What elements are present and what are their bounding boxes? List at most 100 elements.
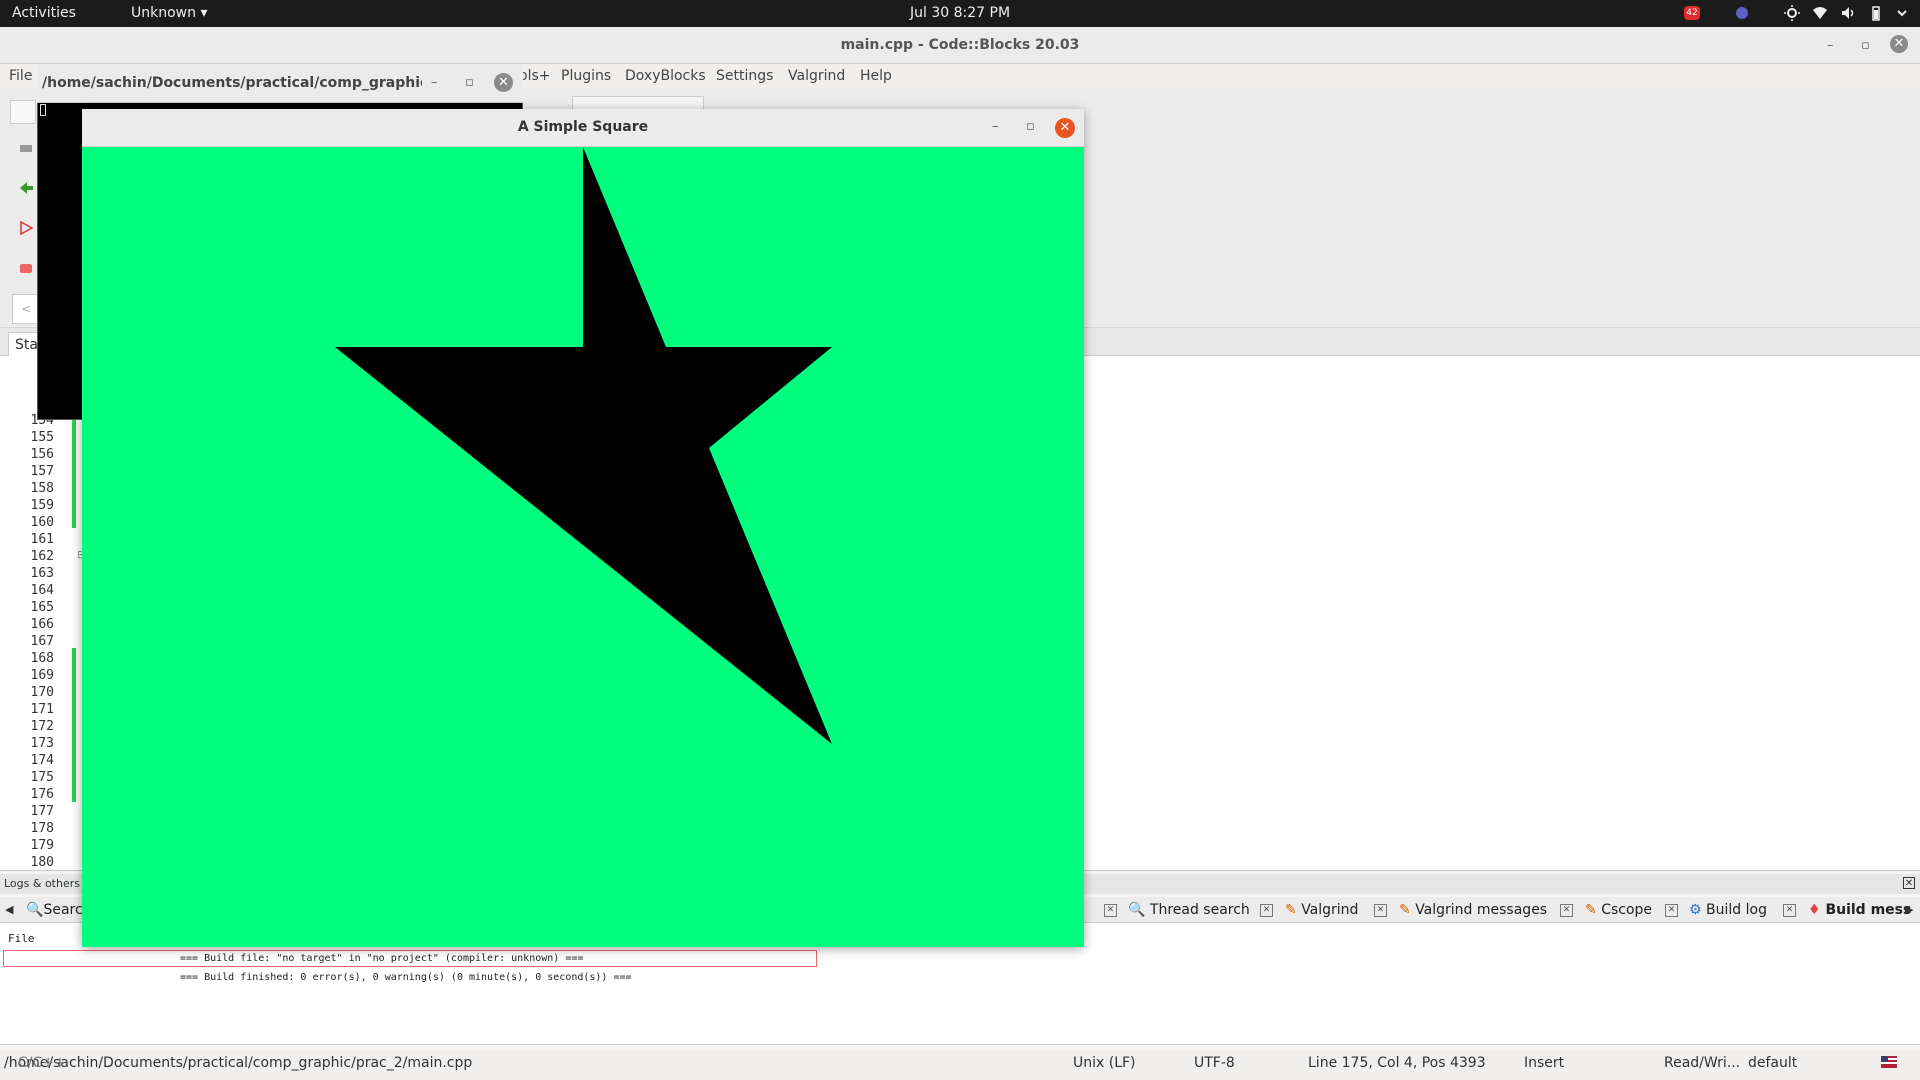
run-icon[interactable] [18, 220, 34, 236]
status-language: C/C++ [18, 1055, 66, 1071]
line-number: 178 [30, 821, 54, 836]
tab-thread-search[interactable]: 🔍 Thread search [1128, 902, 1250, 918]
tab-cscope[interactable]: ✎ Cscope [1585, 902, 1652, 918]
brightness-icon[interactable] [1784, 5, 1800, 21]
close-icon[interactable]: ✕ [1374, 904, 1387, 917]
scroll-left-icon[interactable]: ◀ [5, 903, 13, 916]
menu-help[interactable]: Help [860, 68, 892, 84]
activities-button[interactable]: Activities [12, 5, 76, 21]
line-number: 155 [30, 430, 54, 445]
line-number: 170 [30, 685, 54, 700]
line-number: 158 [30, 481, 54, 496]
tab-label: Build log [1706, 902, 1767, 918]
volume-icon[interactable] [1840, 5, 1856, 21]
line-number: 164 [30, 583, 54, 598]
tab-label: Build mess [1825, 902, 1912, 918]
tab-valgrind[interactable]: ✎ Valgrind [1285, 902, 1358, 918]
close-icon[interactable]: ✕ [1783, 904, 1796, 917]
minimize-icon[interactable]: – [992, 119, 999, 134]
search-icon: 🔍 [1128, 902, 1146, 918]
wifi-icon[interactable] [1812, 5, 1828, 21]
status-position: Line 175, Col 4, Pos 4393 [1308, 1055, 1486, 1071]
app-menu[interactable]: Unknown ▾ [131, 5, 207, 21]
line-number: 180 [30, 855, 54, 870]
line-number: 176 [30, 787, 54, 802]
log-line: === Build finished: 0 error(s), 0 warnin… [180, 972, 632, 983]
line-number: 157 [30, 464, 54, 479]
line-number: 156 [30, 447, 54, 462]
tab-label: Thread search [1149, 902, 1250, 918]
status-access: Read/Wri... [1664, 1055, 1741, 1071]
star-shape [335, 147, 832, 744]
document-icon: ✎ [1585, 902, 1597, 918]
tab-label: Cscope [1601, 902, 1653, 918]
close-icon[interactable]: ✕ [1665, 904, 1678, 917]
line-number: 169 [30, 668, 54, 683]
build-messages-icon: ♦ [1808, 902, 1821, 918]
gear-icon: ⚙ [1689, 902, 1702, 918]
document-icon: ✎ [1399, 902, 1411, 918]
terminal-cursor [40, 104, 46, 116]
line-number: 171 [30, 702, 54, 717]
line-number: 163 [30, 566, 54, 581]
status-encoding: UTF-8 [1194, 1055, 1235, 1071]
search-icon: 🔍 [26, 902, 44, 918]
close-icon[interactable]: ✕ [1903, 877, 1915, 889]
close-icon[interactable]: ✕ [1890, 35, 1908, 53]
power-menu-icon[interactable] [1894, 5, 1910, 21]
line-number: 168 [30, 651, 54, 666]
close-icon[interactable]: ✕ [1560, 904, 1573, 917]
tab-search-results[interactable]: 🔍Searc [26, 902, 83, 918]
printer-icon[interactable] [18, 140, 34, 156]
line-number: 167 [30, 634, 54, 649]
status-insert-mode: Insert [1524, 1055, 1565, 1071]
maximize-icon[interactable]: ▫ [1861, 38, 1870, 53]
codeblocks-title: main.cpp - Code::Blocks 20.03 [840, 37, 1080, 53]
line-number: 159 [30, 498, 54, 513]
notification-badge[interactable]: 42 [1684, 6, 1700, 20]
change-marker [72, 648, 76, 802]
menu-tools-plus[interactable]: ols+ [519, 68, 550, 84]
line-number: 165 [30, 600, 54, 615]
line-number-gutter: 1111541551561571581591601611621631641651… [0, 356, 60, 871]
clock[interactable]: Jul 30 8:27 PM [910, 5, 1010, 21]
battery-icon[interactable] [1868, 5, 1884, 21]
teams-icon[interactable] [1734, 5, 1750, 21]
line-number: 179 [30, 838, 54, 853]
tab-valgrind-messages[interactable]: ✎ Valgrind messages [1399, 902, 1547, 918]
line-number: 174 [30, 753, 54, 768]
menu-doxyblocks[interactable]: DoxyBlocks [625, 68, 706, 84]
minimize-icon[interactable]: – [1827, 38, 1834, 53]
gnome-top-bar: Activities Unknown ▾ Jul 30 8:27 PM 42 [0, 0, 1920, 27]
menu-plugins[interactable]: Plugins [561, 68, 611, 84]
close-icon[interactable]: ✕ [1055, 118, 1075, 138]
status-file-path: /home/sachin/Documents/practical/comp_gr… [4, 1055, 473, 1071]
new-file-button[interactable] [10, 100, 36, 124]
maximize-icon[interactable]: ▫ [1026, 119, 1035, 134]
tab-label: Valgrind [1301, 902, 1359, 918]
app-menu-label: Unknown [131, 5, 196, 21]
scroll-right-icon[interactable]: ▶ [1905, 903, 1913, 916]
tab-build-messages[interactable]: ♦ Build mess [1808, 902, 1911, 918]
minimize-icon[interactable]: – [431, 75, 438, 90]
menu-valgrind[interactable]: Valgrind [788, 68, 845, 84]
close-icon[interactable]: ✕ [1260, 904, 1273, 917]
line-number: 166 [30, 617, 54, 632]
menu-file[interactable]: File [9, 68, 32, 84]
glut-canvas[interactable] [82, 147, 1084, 947]
close-icon[interactable]: ✕ [1104, 904, 1117, 917]
column-header-file: File [8, 932, 35, 945]
line-number: 161 [30, 532, 54, 547]
stop-icon[interactable] [18, 260, 34, 276]
tab-label: Searc [43, 902, 83, 918]
tab-build-log[interactable]: ⚙ Build log [1689, 902, 1767, 918]
line-number: 160 [30, 515, 54, 530]
document-icon: ✎ [1285, 902, 1297, 918]
arrow-left-icon[interactable] [18, 180, 34, 196]
close-icon[interactable]: ✕ [494, 73, 513, 92]
us-flag-icon [1881, 1056, 1897, 1068]
maximize-icon[interactable]: ▫ [465, 75, 474, 90]
menu-settings[interactable]: Settings [716, 68, 773, 84]
line-number: 162 [30, 549, 54, 564]
status-line-ending: Unix (LF) [1073, 1055, 1136, 1071]
